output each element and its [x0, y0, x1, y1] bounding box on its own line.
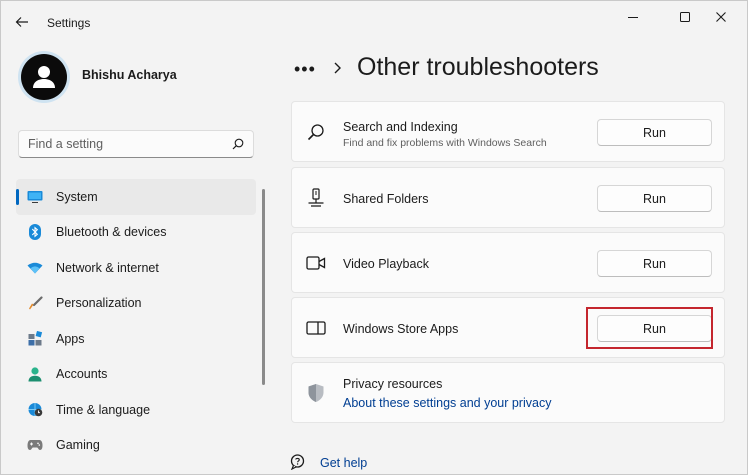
run-video-playback-button[interactable]: Run: [597, 250, 712, 277]
sidebar-item-label: System: [56, 189, 98, 204]
privacy-link[interactable]: About these settings and your privacy: [343, 396, 551, 410]
app-title: Settings: [47, 16, 91, 30]
troubleshooter-title: Search and Indexing: [343, 120, 458, 134]
avatar[interactable]: [18, 51, 70, 103]
store-app-icon: [306, 318, 326, 338]
gamepad-icon: [27, 437, 43, 453]
search-icon: [306, 122, 326, 142]
person-avatar-icon: [21, 54, 67, 100]
bluetooth-icon: [27, 224, 43, 241]
monitor-icon: [27, 189, 43, 205]
title-bar: Settings: [1, 1, 747, 39]
sidebar-item-label: Accounts: [56, 367, 108, 382]
sidebar-item-bluetooth[interactable]: Bluetooth & devices: [16, 215, 256, 251]
sidebar-item-label: Personalization: [56, 296, 142, 311]
sidebar-item-label: Time & language: [56, 402, 151, 417]
troubleshooter-card-shared-folders: Shared Folders Run: [291, 167, 725, 228]
sidebar-item-network[interactable]: Network & internet: [16, 250, 256, 286]
back-button[interactable]: [11, 11, 33, 33]
troubleshooter-title: Shared Folders: [343, 192, 429, 206]
sidebar-item-time-language[interactable]: Time & language: [16, 392, 256, 428]
sidebar-nav: System Bluetooth & devices Network & int…: [16, 179, 256, 463]
search-box: [18, 130, 254, 158]
close-icon: [716, 12, 726, 22]
wifi-icon: [27, 260, 43, 276]
video-camera-icon: [306, 253, 326, 273]
help-chat-icon: [290, 454, 305, 470]
sidebar-item-label: Network & internet: [56, 260, 159, 275]
apps-icon: [27, 331, 43, 347]
maximize-button[interactable]: [665, 7, 705, 27]
page-title: Other troubleshooters: [357, 53, 599, 81]
minimize-icon: [628, 17, 638, 18]
shared-folder-icon: [306, 188, 326, 208]
breadcrumb-more-button[interactable]: •••: [294, 59, 316, 80]
sidebar-item-system[interactable]: System: [16, 179, 256, 215]
close-button[interactable]: [701, 7, 741, 27]
sidebar-item-gaming[interactable]: Gaming: [16, 428, 256, 464]
sidebar-item-personalization[interactable]: Personalization: [16, 286, 256, 322]
sidebar-item-label: Apps: [56, 331, 85, 346]
sidebar-item-label: Gaming: [56, 438, 100, 453]
run-search-indexing-button[interactable]: Run: [597, 119, 712, 146]
sidebar-scrollbar[interactable]: [262, 189, 265, 385]
search-icon[interactable]: [232, 138, 244, 150]
search-input[interactable]: [19, 131, 228, 157]
arrow-left-icon: [15, 17, 28, 27]
troubleshooter-title: Video Playback: [343, 257, 429, 271]
person-icon: [27, 366, 43, 382]
brush-icon: [27, 295, 43, 311]
troubleshooter-title: Windows Store Apps: [343, 322, 459, 336]
settings-window: Settings Bhishu Acharya System: [0, 0, 748, 475]
troubleshooter-card-video-playback: Video Playback Run: [291, 232, 725, 293]
sidebar-item-accounts[interactable]: Accounts: [16, 357, 256, 393]
shield-icon: [306, 383, 326, 403]
chevron-right-icon: [334, 62, 341, 74]
get-help-link[interactable]: Get help: [320, 456, 367, 470]
maximize-icon: [680, 12, 690, 22]
run-shared-folders-button[interactable]: Run: [597, 185, 712, 212]
minimize-button[interactable]: [613, 7, 653, 27]
privacy-resources-card: Privacy resources About these settings a…: [291, 362, 725, 423]
troubleshooter-description: Find and fix problems with Windows Searc…: [343, 137, 547, 149]
user-name: Bhishu Acharya: [82, 68, 177, 82]
globe-clock-icon: [27, 402, 43, 418]
sidebar-item-label: Bluetooth & devices: [56, 225, 167, 240]
highlight-annotation-box: [586, 307, 713, 349]
sidebar-item-apps[interactable]: Apps: [16, 321, 256, 357]
privacy-title: Privacy resources: [343, 377, 443, 391]
troubleshooter-card-search-indexing: Search and Indexing Find and fix problem…: [291, 101, 725, 162]
